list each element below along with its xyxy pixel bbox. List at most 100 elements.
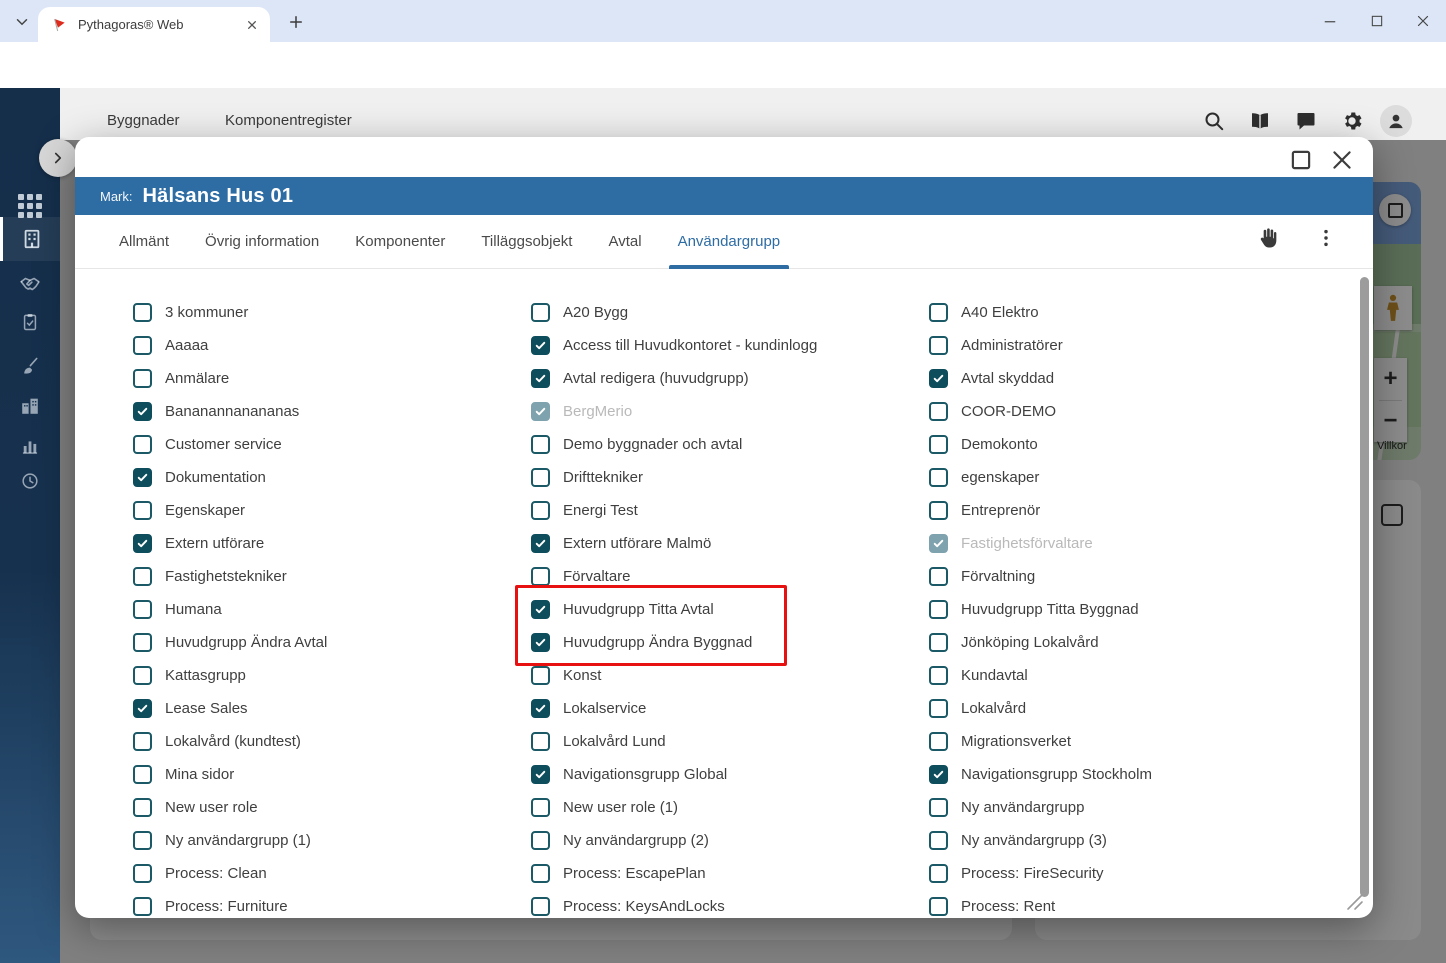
usergroup-row[interactable]: Extern utförare Malmö: [531, 527, 817, 560]
user-avatar[interactable]: [1380, 105, 1412, 137]
sidebar-item-buildings[interactable]: [0, 217, 60, 261]
usergroup-row[interactable]: Egenskaper: [133, 494, 327, 527]
usergroup-row[interactable]: Lokalvård (kundtest): [133, 725, 327, 758]
checkbox-unchecked-icon[interactable]: [133, 435, 152, 454]
usergroup-row[interactable]: COOR-DEMO: [929, 395, 1152, 428]
checkbox-unchecked-icon[interactable]: [929, 435, 948, 454]
usergroup-row[interactable]: Dokumentation: [133, 461, 327, 494]
dialog-close-button[interactable]: [1329, 147, 1355, 173]
checkbox-unchecked-icon[interactable]: [929, 633, 948, 652]
checkbox-checked-icon[interactable]: [531, 336, 550, 355]
usergroup-row[interactable]: Konst: [531, 659, 817, 692]
usergroup-row[interactable]: Fastighetsförvaltare: [929, 527, 1152, 560]
chat-icon[interactable]: [1294, 109, 1318, 133]
usergroup-row[interactable]: 3 kommuner: [133, 296, 327, 329]
sidebar-item-tasks[interactable]: [0, 300, 60, 344]
usergroup-row[interactable]: Process: Clean: [133, 857, 327, 890]
usergroup-row[interactable]: Huvudgrupp Titta Byggnad: [929, 593, 1152, 626]
usergroup-row[interactable]: Demo byggnader och avtal: [531, 428, 817, 461]
checkbox-checked-icon[interactable]: [531, 765, 550, 784]
usergroup-row[interactable]: Fastighetstekniker: [133, 560, 327, 593]
tab-anvandargrupp[interactable]: Användargrupp: [668, 215, 789, 269]
checkbox-unchecked-icon[interactable]: [133, 369, 152, 388]
checkbox-unchecked-icon[interactable]: [531, 897, 550, 916]
usergroup-row[interactable]: Process: Furniture: [133, 890, 327, 918]
manual-book-icon[interactable]: [1248, 109, 1272, 133]
usergroup-row[interactable]: Aaaaa: [133, 329, 327, 362]
drag-hand-icon[interactable]: [1255, 225, 1281, 251]
usergroup-row[interactable]: Huvudgrupp Titta Avtal: [531, 593, 817, 626]
checkbox-unchecked-icon[interactable]: [531, 864, 550, 883]
search-icon[interactable]: [1202, 109, 1226, 133]
usergroup-row[interactable]: A40 Elektro: [929, 296, 1152, 329]
usergroup-row[interactable]: New user role (1): [531, 791, 817, 824]
usergroup-row[interactable]: Jönköping Lokalvård: [929, 626, 1152, 659]
checkbox-unchecked-icon[interactable]: [531, 798, 550, 817]
usergroup-row[interactable]: Ny användargrupp (3): [929, 824, 1152, 857]
checkbox-checked-icon[interactable]: [531, 633, 550, 652]
usergroup-row[interactable]: Lease Sales: [133, 692, 327, 725]
tab-ovrig-information[interactable]: Övrig information: [205, 215, 319, 269]
checkbox-unchecked-icon[interactable]: [929, 402, 948, 421]
usergroup-row[interactable]: Lokalvård: [929, 692, 1152, 725]
settings-gear-icon[interactable]: [1340, 109, 1364, 133]
checkbox-unchecked-icon[interactable]: [929, 699, 948, 718]
checkbox-unchecked-icon[interactable]: [929, 336, 948, 355]
checkbox-unchecked-icon[interactable]: [929, 831, 948, 850]
usergroup-row[interactable]: Huvudgrupp Ändra Avtal: [133, 626, 327, 659]
usergroup-row[interactable]: Process: KeysAndLocks: [531, 890, 817, 918]
window-minimize-button[interactable]: [1315, 8, 1345, 34]
checkbox-unchecked-icon[interactable]: [929, 600, 948, 619]
checkbox-unchecked-icon[interactable]: [133, 666, 152, 685]
checkbox-unchecked-icon[interactable]: [133, 831, 152, 850]
usergroup-row[interactable]: Mina sidor: [133, 758, 327, 791]
checkbox-unchecked-icon[interactable]: [929, 303, 948, 322]
new-tab-button[interactable]: [284, 10, 308, 34]
usergroup-row[interactable]: Process: FireSecurity: [929, 857, 1152, 890]
checkbox-unchecked-icon[interactable]: [929, 864, 948, 883]
usergroup-row[interactable]: Demokonto: [929, 428, 1152, 461]
dialog-menu-dots-icon[interactable]: [1315, 227, 1337, 249]
sidebar-item-cleaning[interactable]: [0, 344, 60, 388]
tab-tillaggsobjekt[interactable]: Tilläggsobjekt: [481, 215, 572, 269]
checkbox-unchecked-icon[interactable]: [531, 303, 550, 322]
menu-komponentregister[interactable]: Komponentregister: [225, 112, 352, 129]
tab-avtal[interactable]: Avtal: [608, 215, 641, 269]
checkbox-unchecked-icon[interactable]: [929, 468, 948, 487]
usergroup-row[interactable]: Förvaltare: [531, 560, 817, 593]
window-maximize-button[interactable]: [1362, 8, 1392, 34]
checkbox-unchecked-icon[interactable]: [133, 765, 152, 784]
usergroup-row[interactable]: Access till Huvudkontoret - kundinlogg: [531, 329, 817, 362]
checkbox-unchecked-icon[interactable]: [929, 897, 948, 916]
usergroup-row[interactable]: Anmälare: [133, 362, 327, 395]
checkbox-unchecked-icon[interactable]: [531, 501, 550, 520]
checkbox-unchecked-icon[interactable]: [531, 666, 550, 685]
usergroup-row[interactable]: Migrationsverket: [929, 725, 1152, 758]
checkbox-checked-icon[interactable]: [133, 402, 152, 421]
usergroup-row[interactable]: Huvudgrupp Ändra Byggnad: [531, 626, 817, 659]
checkbox-unchecked-icon[interactable]: [531, 831, 550, 850]
usergroup-row[interactable]: New user role: [133, 791, 327, 824]
checkbox-unchecked-icon[interactable]: [531, 732, 550, 751]
usergroup-row[interactable]: Ny användargrupp (1): [133, 824, 327, 857]
usergroup-row[interactable]: egenskaper: [929, 461, 1152, 494]
usergroup-row[interactable]: Navigationsgrupp Global: [531, 758, 817, 791]
usergroup-row[interactable]: BergMerio: [531, 395, 817, 428]
checkbox-unchecked-icon[interactable]: [133, 336, 152, 355]
usergroup-row[interactable]: Humana: [133, 593, 327, 626]
checkbox-unchecked-icon[interactable]: [133, 897, 152, 916]
dialog-scrollbar[interactable]: [1360, 277, 1369, 897]
usergroup-row[interactable]: Ny användargrupp: [929, 791, 1152, 824]
checkbox-unchecked-icon[interactable]: [133, 303, 152, 322]
usergroup-row[interactable]: Administratörer: [929, 329, 1152, 362]
usergroup-row[interactable]: Förvaltning: [929, 560, 1152, 593]
window-close-button[interactable]: [1408, 8, 1438, 34]
checkbox-unchecked-icon[interactable]: [929, 501, 948, 520]
checkbox-checked-icon[interactable]: [531, 600, 550, 619]
checkbox-unchecked-icon[interactable]: [929, 798, 948, 817]
checkbox-checked-icon[interactable]: [929, 369, 948, 388]
usergroup-row[interactable]: Entreprenör: [929, 494, 1152, 527]
usergroup-row[interactable]: Drifttekniker: [531, 461, 817, 494]
checkbox-checked-icon[interactable]: [133, 468, 152, 487]
checkbox-unchecked-icon[interactable]: [133, 864, 152, 883]
